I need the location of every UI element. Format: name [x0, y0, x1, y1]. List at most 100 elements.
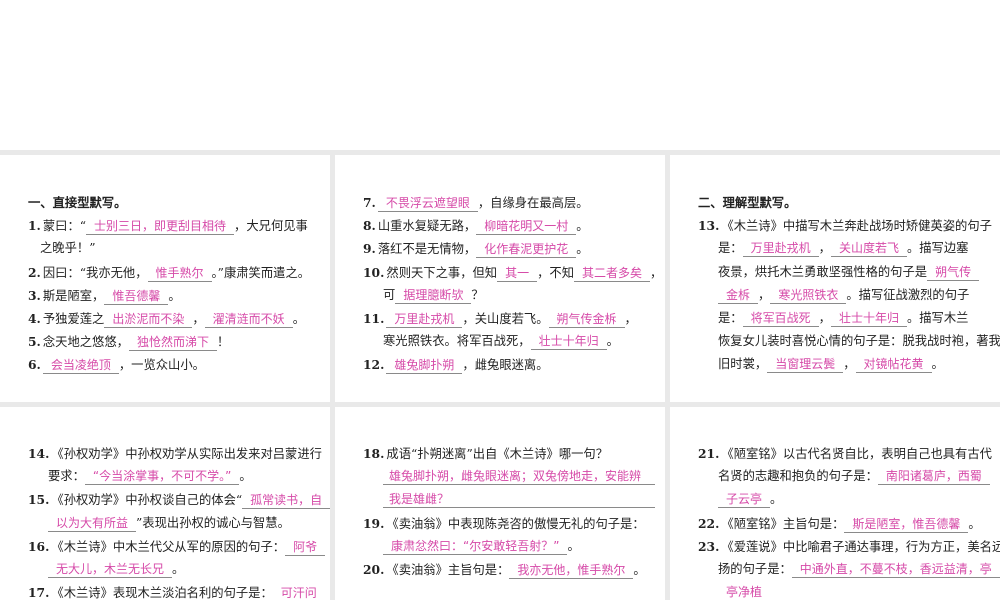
- question-continuation-line: 寒光照铁衣。将军百战死， 壮士十年归。: [363, 330, 665, 353]
- question-text: 。描写征战激烈的句子: [846, 287, 970, 302]
- answer-blank: 斯是陋室，惟吾德馨: [844, 516, 969, 533]
- question-continuation-line: 恢复女儿装时喜悦心情的句子是：脱我战时袍，著我: [698, 330, 1000, 353]
- answer-blank: 出淤泥而不染: [104, 311, 193, 328]
- question-number: 15.: [28, 492, 50, 508]
- panel-comprehension-dictation-2: 14. 《孙权劝学》中孙权劝学从实际出发来对吕蒙进行 要求： “今当涂掌事，不可不学。…: [0, 407, 330, 600]
- panel-comprehension-dictation-4: 21. 《陋室铭》以古代名贤自比，表明自己也具有古代 名贤的志趣和抱负的句子是： 南阳…: [670, 407, 1000, 600]
- question-number: 4.: [28, 310, 41, 326]
- answer-blank: 对镜帖花黄: [855, 356, 932, 374]
- answer-blank: 独怆然而涕下: [128, 334, 217, 352]
- question-line: 4. 予独爱莲之 出淤泥而不染，濯清涟而不妖。: [28, 307, 330, 330]
- question-text: ，: [650, 265, 663, 280]
- question-text: 《木兰诗》中木兰代父从军的原因的句子：: [51, 539, 286, 554]
- answer-blank: 雄兔脚扑朔: [386, 357, 463, 375]
- question-continuation-line: 名贤的志趣和抱负的句子是： 南阳诸葛庐，西蜀: [698, 465, 1000, 488]
- question-continuation-line: 是： 万里赴戎机，关山度若飞 。描写边塞: [698, 237, 1000, 260]
- question-text: 。: [576, 219, 589, 234]
- question-text: ，: [192, 311, 205, 326]
- answer-blank: 雄兔脚扑朔，雌兔眼迷离；双兔傍地走，安能辨: [383, 468, 655, 486]
- answer-blank: 壮士十年归: [530, 333, 607, 351]
- question-continuation-line: 扬的句子是： 中通外直，不蔓不枝，香远益清，亭: [698, 558, 1000, 581]
- question-number: 17.: [28, 585, 50, 600]
- question-text: 《陋室铭》以古代名贤自比，表明自己也具有古代: [721, 447, 992, 461]
- answer-blank: 南阳诸葛庐，西蜀: [877, 468, 990, 486]
- question-number: 3.: [28, 287, 41, 303]
- answer-blank: 阿爷: [285, 539, 326, 556]
- answer-blank: 朔气传金柝: [548, 311, 625, 328]
- question-line: 2. 因曰：“我亦无他， 惟手熟尔 。”康肃笑而遣之。: [28, 261, 330, 284]
- question-number: 6.: [28, 357, 41, 373]
- question-text: 《孙权劝学》中孙权谈自己的体会“: [51, 493, 243, 508]
- question-text: 。: [633, 562, 646, 577]
- question-line: 17. 《木兰诗》表现木兰淡泊名利的句子是： 可汗问: [28, 581, 330, 600]
- question-number: 10.: [363, 264, 385, 280]
- question-line: 7. 不畏浮云遮望眼 ，自缘身在最高层。: [363, 191, 665, 214]
- question-text: ，: [818, 310, 831, 325]
- question-line: 20. 《卖油翁》主旨句是： 我亦无他，惟手熟尔。: [363, 558, 665, 581]
- question-text: 。”康肃笑而遣之。: [211, 265, 311, 280]
- question-line: 19. 《卖油翁》中表现陈尧咨的傲慢无礼的句子是：: [363, 512, 665, 535]
- question-number: 21.: [698, 446, 720, 461]
- answer-blank: 无大儿，木兰无长兄: [48, 561, 173, 578]
- answer-blank: 孤常读书，自: [242, 492, 330, 510]
- question-continuation-line: 之晚乎！”: [28, 237, 330, 260]
- question-text: ，自缘身在最高层。: [477, 196, 589, 210]
- question-text: 。: [931, 357, 944, 372]
- answer-blank: 万里赴戎机: [386, 311, 463, 328]
- question-text: ，一览众山小。: [118, 358, 205, 373]
- question-line: 16. 《木兰诗》中木兰代父从军的原因的句子： 阿爷: [28, 535, 330, 558]
- question-line: 13. 《木兰诗》中描写木兰奔赴战场时矫健英姿的句子: [698, 214, 1000, 237]
- question-line: 6. 会当凌绝顶 ，一览众山小。: [28, 353, 330, 376]
- answer-blank: 可汗问: [273, 585, 325, 600]
- question-line: 12. 雄兔脚扑朔 ，雌兔眼迷离。: [363, 353, 665, 376]
- question-text: ，大兄何见事: [234, 219, 308, 234]
- question-text: ”表现出孙权的诚心与智慧。: [136, 515, 290, 530]
- question-continuation-line: 以为大有所益 ”表现出孙权的诚心与智慧。: [28, 512, 330, 535]
- question-continuation-line: 子云亭。: [698, 488, 1000, 511]
- question-line: 23. 《爱莲说》中比喻君子通达事理，行为方正，美名远: [698, 535, 1000, 558]
- question-line: 5. 念天地之悠悠， 独怆然而涕下！: [28, 330, 330, 353]
- question-text: ，不知: [537, 265, 575, 280]
- question-text: 念天地之悠悠，: [42, 335, 129, 350]
- question-text: ，: [758, 287, 771, 302]
- question-line: 3. 斯是陋室， 惟吾德馨。: [28, 284, 330, 307]
- question-number: 9.: [363, 241, 376, 257]
- question-text: ，: [818, 241, 831, 256]
- question-text: 旧时裳，: [718, 357, 768, 372]
- question-text: 斯是陋室，: [42, 288, 105, 303]
- question-continuation-line: 旧时裳， 当窗理云鬓，对镜帖花黄。: [698, 353, 1000, 376]
- question-text: 。: [576, 242, 589, 257]
- answer-blank: 惟手熟尔: [147, 265, 212, 282]
- question-line: 8. 山重水复疑无路， 柳暗花明又一村。: [363, 214, 665, 237]
- question-line: 21. 《陋室铭》以古代名贤自比，表明自己也具有古代: [698, 442, 1000, 465]
- answer-blank: 据理臆断欤: [395, 287, 472, 304]
- answer-blank: 当窗理云鬓: [767, 356, 844, 374]
- question-continuation-line: 雄兔脚扑朔，雌兔眼迷离；双兔傍地走，安能辨: [363, 465, 665, 488]
- question-text: 是：: [718, 310, 743, 325]
- question-continuation-line: 康肃忿然曰：“尔安敢轻吾射？”。: [363, 535, 665, 558]
- question-text: 。描写边塞: [906, 241, 969, 256]
- question-number: 20.: [363, 561, 385, 577]
- answer-blank: 万里赴戎机: [742, 240, 819, 258]
- question-continuation-line: 可据理臆断欤？: [363, 284, 665, 307]
- question-text: 恢复女儿装时喜悦心情的句子是：脱我战时袍，著我: [718, 334, 1000, 349]
- answer-blank: 康肃忿然曰：“尔安敢轻吾射？”: [383, 538, 568, 555]
- answer-blank: 我是雄雌？: [383, 491, 655, 509]
- section-heading-line: 二、理解型默写。: [698, 191, 1000, 214]
- answer-blank: 金柝: [718, 287, 759, 304]
- question-line: 15. 《孙权劝学》中孙权谈自己的体会“ 孤常读书，自: [28, 488, 330, 511]
- question-number: 8.: [363, 218, 376, 234]
- answer-blank: “今当涂掌事，不可不学。”: [84, 468, 240, 486]
- question-number: 2.: [28, 264, 41, 280]
- panel-comprehension-dictation-1: 二、理解型默写。 13. 《木兰诗》中描写木兰奔赴战场时矫健英姿的句子 是： 万里赴戎机…: [670, 155, 1000, 402]
- question-text: 然则天下之事，但知: [386, 265, 498, 280]
- question-line: 22. 《陋室铭》主旨句是： 斯是陋室，惟吾德馨。: [698, 512, 1000, 535]
- answer-blank: 会当凌绝顶: [42, 357, 119, 375]
- question-text: 《卖油翁》主旨句是：: [386, 562, 510, 577]
- question-continuation-line: 亭净植: [698, 581, 1000, 600]
- question-continuation-line: 是： 将军百战死，壮士十年归 。描写木兰: [698, 307, 1000, 330]
- question-text: 要求：: [48, 469, 85, 484]
- question-text: 是：: [718, 241, 743, 256]
- question-text: 《木兰诗》中描写木兰奔赴战场时矫健英姿的句子: [721, 219, 992, 234]
- question-text: 《木兰诗》表现木兰淡泊名利的句子是：: [51, 586, 273, 600]
